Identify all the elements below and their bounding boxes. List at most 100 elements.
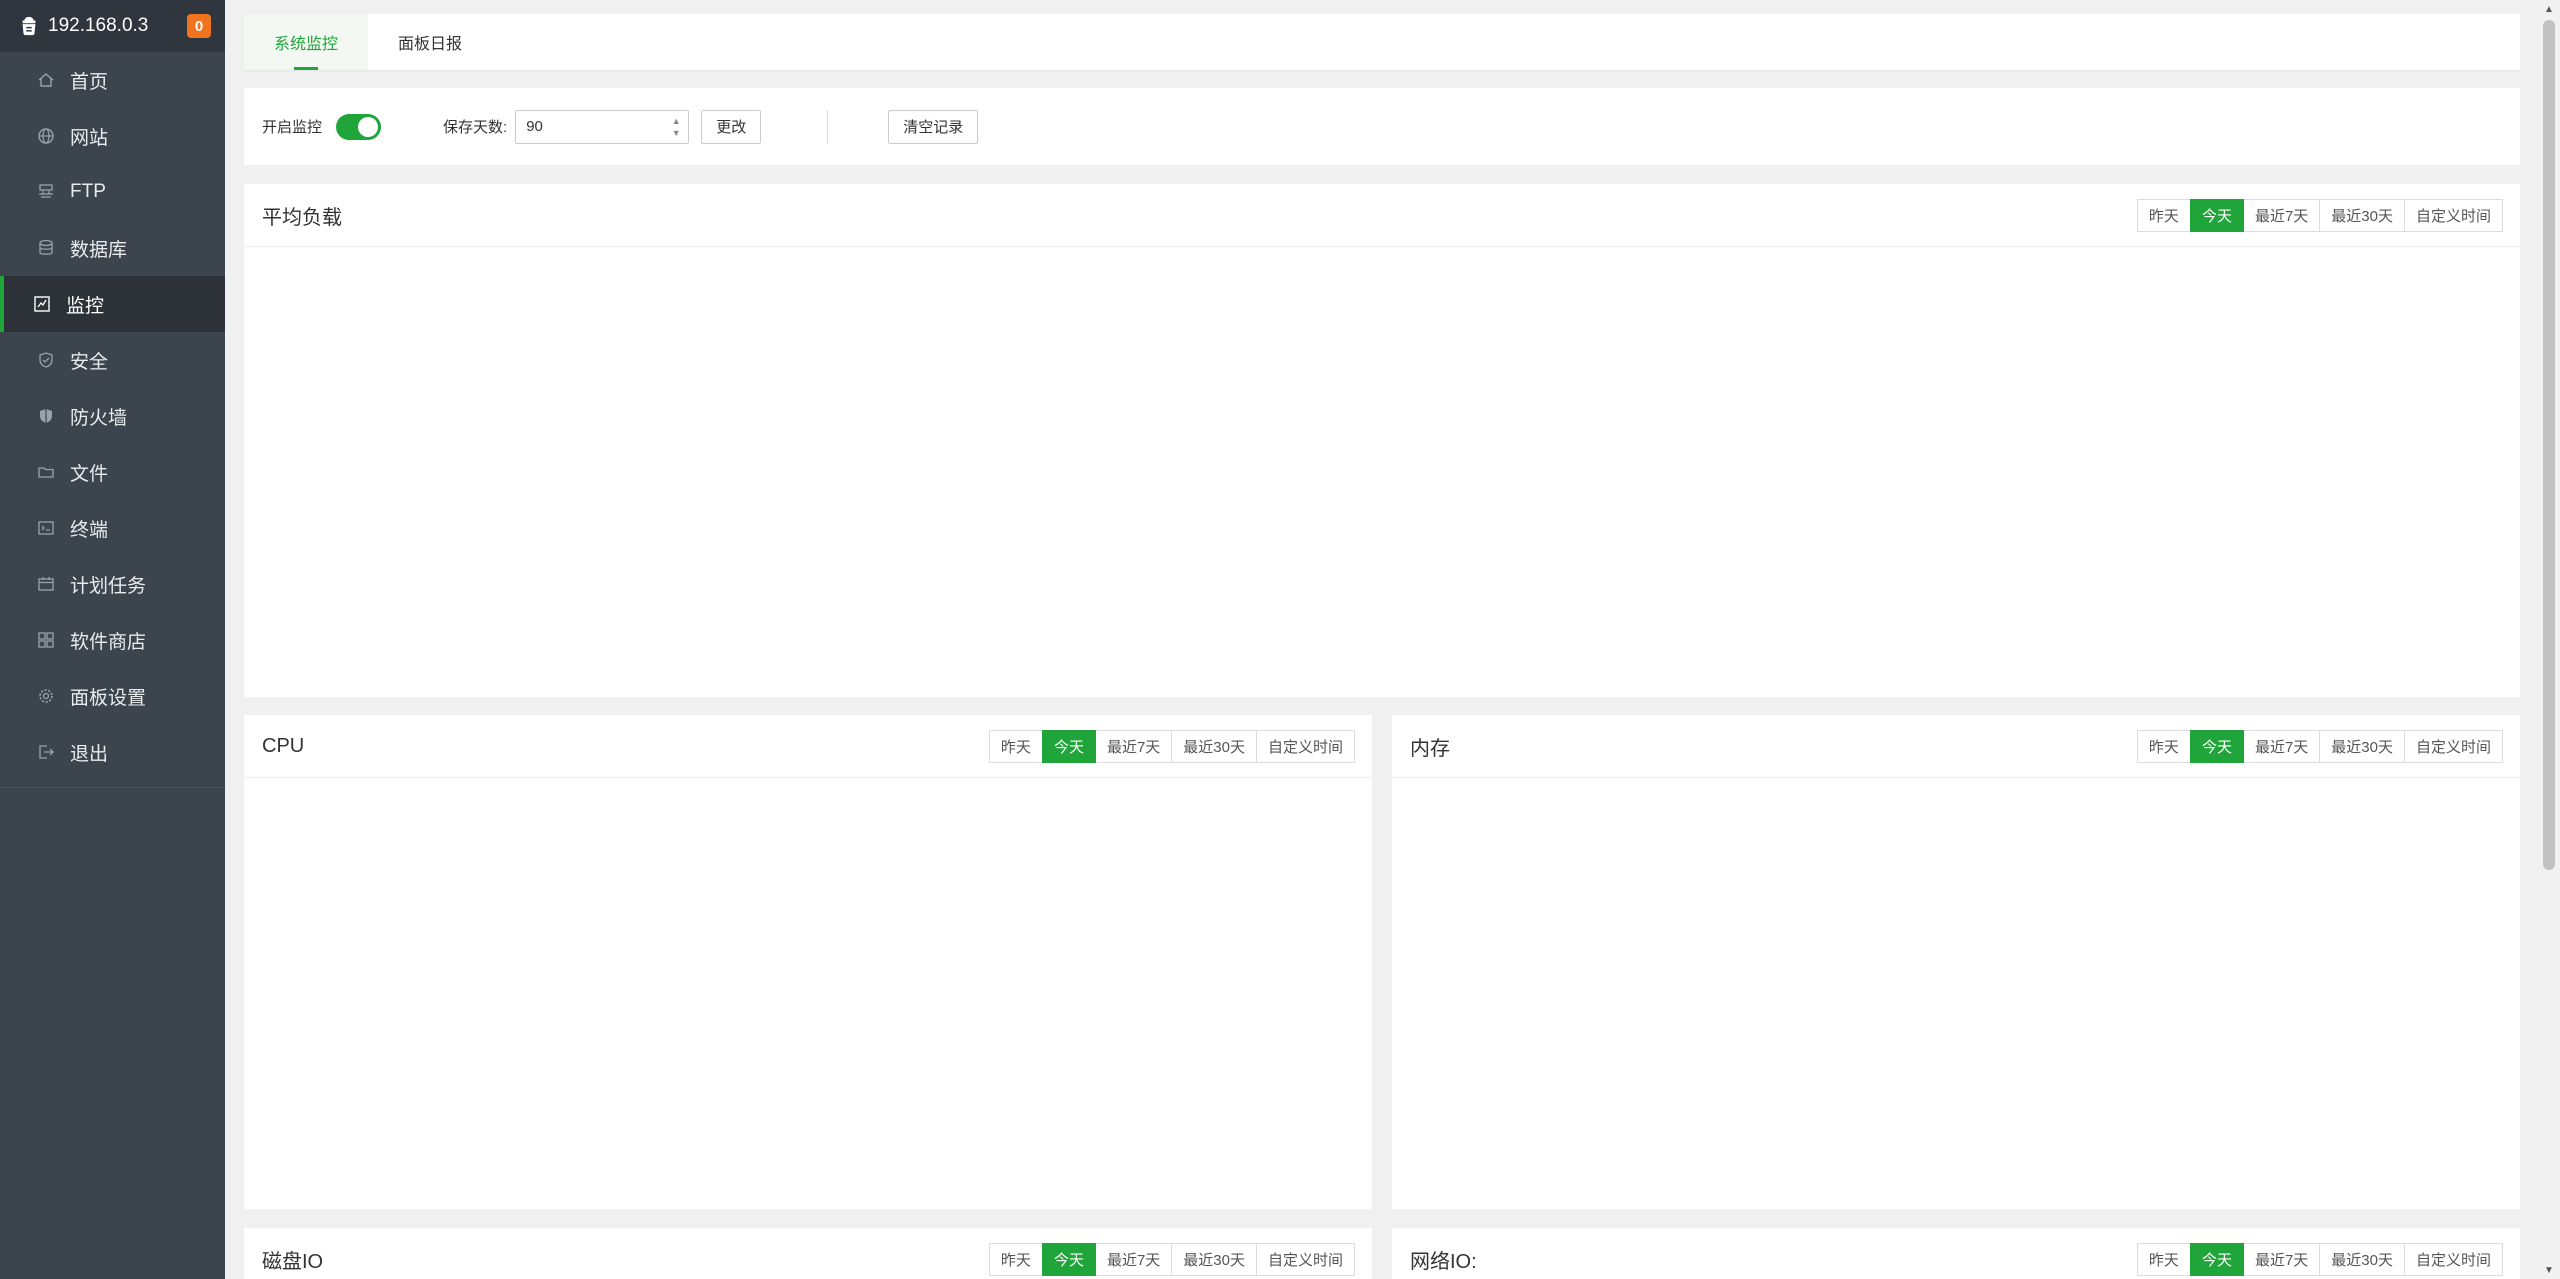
range-7days-button[interactable]: 最近7天 xyxy=(1094,1242,1173,1276)
logout-icon xyxy=(36,742,56,762)
home-icon xyxy=(36,70,56,90)
sidebar-item-label: 文件 xyxy=(70,463,109,485)
scroll-up-icon[interactable]: ▲ xyxy=(2538,0,2560,18)
sidebar-item-label: 退出 xyxy=(70,743,109,765)
range-custom-button[interactable]: 自定义时间 xyxy=(2403,1242,2503,1276)
ftp-icon xyxy=(36,182,56,202)
sidebar-item-label: 面板设置 xyxy=(70,687,147,709)
time-range-selector: 昨天 今天 最近7天 最近30天 自定义时间 xyxy=(2136,729,2503,763)
sidebar-item-monitor[interactable]: 监控 xyxy=(0,276,225,332)
calendar-icon xyxy=(36,574,56,594)
gear-icon xyxy=(36,686,56,706)
range-yesterday-button[interactable]: 昨天 xyxy=(988,1242,1043,1276)
sidebar-item-logout[interactable]: 退出 xyxy=(0,724,225,780)
retention-days-input[interactable]: 90 ▲ ▼ xyxy=(515,109,690,144)
server-host: 192.168.0.3 xyxy=(48,15,149,36)
sidebar-item-terminal[interactable]: 终端 xyxy=(0,500,225,556)
range-30days-button[interactable]: 最近30天 xyxy=(1171,729,1257,763)
range-30days-button[interactable]: 最近30天 xyxy=(2319,198,2405,232)
sidebar-item-home[interactable]: 首页 xyxy=(0,52,225,108)
time-range-selector: 昨天 今天 最近7天 最近30天 自定义时间 xyxy=(988,1242,1355,1276)
sidebar-item-gear[interactable]: 面板设置 xyxy=(0,668,225,724)
sidebar-item-label: 数据库 xyxy=(70,239,128,261)
panel-title: 内存 xyxy=(1410,737,1450,760)
sidebar-item-label: 软件商店 xyxy=(70,631,147,653)
sidebar-item-label: 首页 xyxy=(70,71,109,93)
range-today-button[interactable]: 今天 xyxy=(2189,1242,2244,1276)
folder-icon xyxy=(36,462,56,482)
panel-title: 网络IO: xyxy=(1410,1250,1477,1273)
tab-bar: 系统监控 面板日报 xyxy=(244,14,2520,70)
range-yesterday-button[interactable]: 昨天 xyxy=(2136,729,2191,763)
memory-panel: 内存 昨天 今天 最近7天 最近30天 自定义时间 xyxy=(1392,715,2520,1209)
network-io-panel: 网络IO: 昨天 今天 最近7天 最近30天 自定义时间 xyxy=(1392,1228,2520,1279)
sidebar-header: 192.168.0.3 0 xyxy=(0,0,225,52)
time-range-selector: 昨天 今天 最近7天 最近30天 自定义时间 xyxy=(2136,1242,2503,1276)
sidebar-item-firewall[interactable]: 防火墙 xyxy=(0,388,225,444)
sidebar-item-calendar[interactable]: 计划任务 xyxy=(0,556,225,612)
panel-title: 磁盘IO xyxy=(262,1250,324,1273)
shield-check-icon xyxy=(36,350,56,370)
range-7days-button[interactable]: 最近7天 xyxy=(2242,1242,2321,1276)
cpu-panel: CPU 昨天 今天 最近7天 最近30天 自定义时间 xyxy=(244,715,1372,1209)
scroll-thumb[interactable] xyxy=(2543,20,2555,870)
range-custom-button[interactable]: 自定义时间 xyxy=(2403,198,2503,232)
sidebar-item-database[interactable]: 数据库 xyxy=(0,220,225,276)
panel-header: 平均负载 昨天 今天 最近7天 最近30天 自定义时间 xyxy=(244,184,2520,247)
terminal-icon xyxy=(36,518,56,538)
clear-records-button[interactable]: 清空记录 xyxy=(888,109,979,144)
stepper-icon[interactable]: ▲ ▼ xyxy=(670,116,682,138)
sidebar-item-label: 计划任务 xyxy=(70,575,147,597)
range-today-button[interactable]: 今天 xyxy=(1041,1242,1096,1276)
panel-title: 平均负载 xyxy=(262,206,342,229)
range-custom-button[interactable]: 自定义时间 xyxy=(1255,1242,1355,1276)
retention-days-value: 90 xyxy=(526,118,543,135)
sidebar-item-label: 监控 xyxy=(66,295,105,317)
sidebar-item-ftp[interactable]: FTP xyxy=(0,164,225,220)
sidebar-item-globe[interactable]: 网站 xyxy=(0,108,225,164)
range-custom-button[interactable]: 自定义时间 xyxy=(1255,729,1355,763)
panel-header: 磁盘IO 昨天 今天 最近7天 最近30天 自定义时间 xyxy=(244,1228,1372,1279)
sidebar-item-apps[interactable]: 软件商店 xyxy=(0,612,225,668)
retention-days-label: 保存天数: xyxy=(443,119,508,136)
disk-io-panel: 磁盘IO 昨天 今天 最近7天 最近30天 自定义时间 xyxy=(244,1228,1372,1279)
range-yesterday-button[interactable]: 昨天 xyxy=(2136,1242,2191,1276)
range-30days-button[interactable]: 最近30天 xyxy=(1171,1242,1257,1276)
time-range-selector: 昨天 今天 最近7天 最近30天 自定义时间 xyxy=(988,729,1355,763)
sidebar: 192.168.0.3 0 首页网站 FTP 数据库监控安全 防火墙文件终端计划任务软… xyxy=(0,0,225,1279)
range-7days-button[interactable]: 最近7天 xyxy=(1094,729,1173,763)
sidebar-menu: 首页网站 FTP 数据库监控安全 防火墙文件终端计划任务软件商店面板设置退出 xyxy=(0,52,225,780)
vertical-scrollbar[interactable]: ▲ ▼ xyxy=(2538,0,2560,1279)
panel-header: 网络IO: 昨天 今天 最近7天 最近30天 自定义时间 xyxy=(1392,1228,2520,1279)
load-average-panel: 平均负载 昨天 今天 最近7天 最近30天 自定义时间 xyxy=(244,184,2520,697)
notification-badge[interactable]: 0 xyxy=(187,14,211,38)
range-today-button[interactable]: 今天 xyxy=(1041,729,1096,763)
globe-icon xyxy=(36,126,56,146)
sidebar-divider xyxy=(0,787,225,788)
range-30days-button[interactable]: 最近30天 xyxy=(2319,1242,2405,1276)
change-button[interactable]: 更改 xyxy=(701,109,762,144)
enable-monitor-toggle[interactable] xyxy=(336,113,382,140)
range-7days-button[interactable]: 最近7天 xyxy=(2242,198,2321,232)
sidebar-item-label: FTP xyxy=(70,181,106,202)
range-today-button[interactable]: 今天 xyxy=(2189,729,2244,763)
scroll-down-icon[interactable]: ▼ xyxy=(2538,1261,2560,1279)
panel-title: CPU xyxy=(262,734,305,757)
monitor-icon xyxy=(32,294,52,314)
sidebar-item-shield-check[interactable]: 安全 xyxy=(0,332,225,388)
range-7days-button[interactable]: 最近7天 xyxy=(2242,729,2321,763)
apps-icon xyxy=(36,630,56,650)
range-30days-button[interactable]: 最近30天 xyxy=(2319,729,2405,763)
range-custom-button[interactable]: 自定义时间 xyxy=(2403,729,2503,763)
range-yesterday-button[interactable]: 昨天 xyxy=(988,729,1043,763)
sidebar-item-label: 终端 xyxy=(70,519,109,541)
sidebar-item-label: 网站 xyxy=(70,127,109,149)
sidebar-item-folder[interactable]: 文件 xyxy=(0,444,225,500)
tab-system-monitor[interactable]: 系统监控 xyxy=(244,14,369,70)
tab-panel-daily-report[interactable]: 面板日报 xyxy=(368,14,492,70)
range-today-button[interactable]: 今天 xyxy=(2189,198,2244,232)
panel-header: CPU 昨天 今天 最近7天 最近30天 自定义时间 xyxy=(244,715,1372,778)
enable-monitor-label: 开启监控 xyxy=(262,119,323,136)
monitor-controls: 开启监控 保存天数: 90 ▲ ▼ 更改 清空记录 xyxy=(244,88,2520,165)
range-yesterday-button[interactable]: 昨天 xyxy=(2136,198,2191,232)
